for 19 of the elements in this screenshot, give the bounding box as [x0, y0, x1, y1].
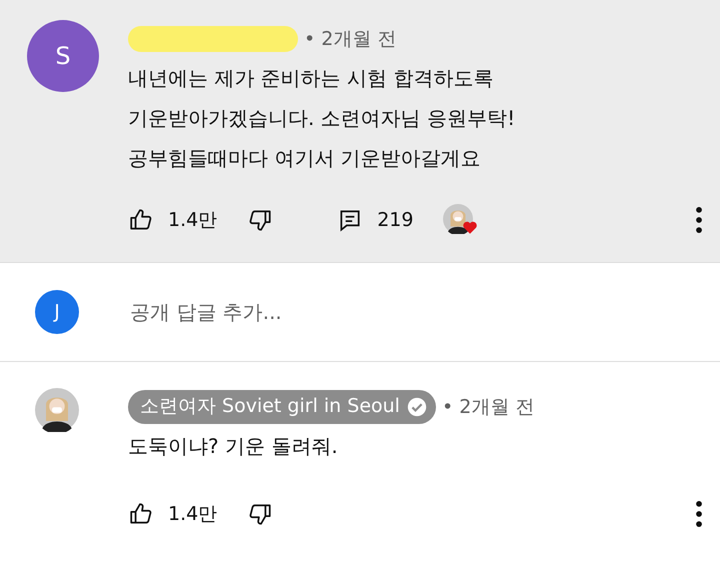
- avatar: S: [27, 20, 99, 92]
- avatar: [35, 388, 79, 432]
- comment-time: • 2개월 전: [442, 394, 534, 420]
- more-icon: [696, 207, 702, 233]
- reply-count: 219: [377, 208, 414, 233]
- like-count: 1.4만: [168, 502, 218, 527]
- like-count: 1.4만: [168, 208, 218, 233]
- author-name: 소련여자 Soviet girl in Seoul: [140, 394, 400, 420]
- comment-text: 내년에는 제가 준비하는 시험 합격하도록: [128, 65, 494, 92]
- more-icon: [696, 501, 702, 527]
- comment-text: 공부힘들때마다 여기서 기운받아갈게요: [128, 145, 482, 172]
- author-chip[interactable]: 소련여자 Soviet girl in Seoul: [128, 390, 436, 424]
- comment-time: • 2개월 전: [304, 26, 396, 52]
- more-button[interactable]: [696, 207, 702, 233]
- more-button[interactable]: [696, 501, 702, 527]
- avatar: J: [35, 290, 79, 334]
- comment-text: 기운받아가겠습니다. 소련여자님 응원부탁!: [128, 105, 516, 132]
- comment-text: 도둑이냐? 기운 돌려줘.: [128, 433, 339, 460]
- reply-field[interactable]: 공개 답글 추가...: [128, 296, 528, 328]
